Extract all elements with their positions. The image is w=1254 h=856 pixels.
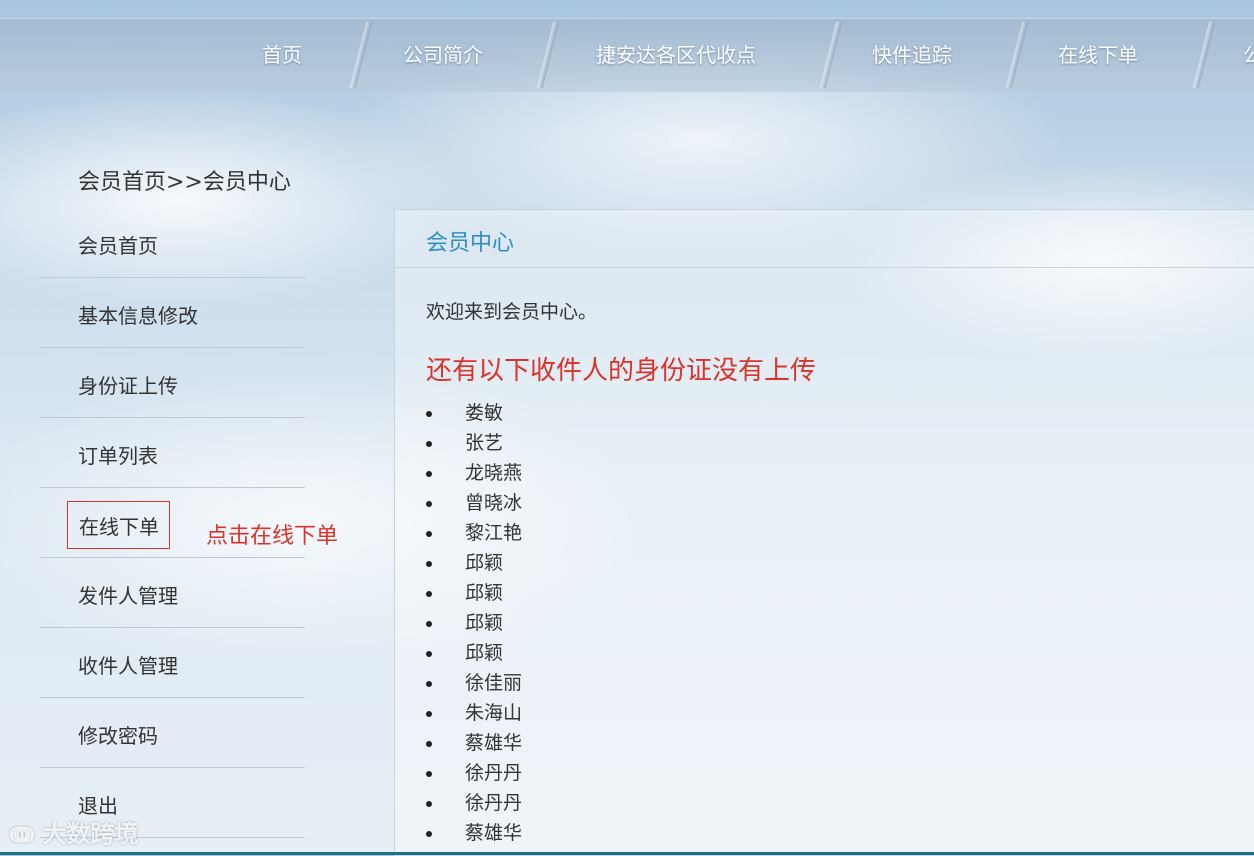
list-item: 邱颖 bbox=[426, 578, 522, 608]
list-item: 蔡雄华 bbox=[426, 728, 522, 758]
panel-header: 会员中心 bbox=[395, 210, 1254, 268]
list-item: 邱颖 bbox=[426, 638, 522, 668]
sidebar-item-label: 订单列表 bbox=[78, 444, 158, 468]
nav-separator bbox=[349, 22, 373, 88]
nav-separator bbox=[1005, 22, 1029, 88]
list-item: 邱颖 bbox=[426, 548, 522, 578]
nav-tracking[interactable]: 快件追踪 bbox=[872, 18, 952, 92]
sidebar-item-edit-info[interactable]: 基本信息修改 bbox=[40, 278, 305, 348]
sidebar-item-label: 基本信息修改 bbox=[78, 304, 198, 328]
sidebar-item-label: 在线下单 bbox=[67, 501, 170, 549]
watermark-logo: ↈ 大数跨境 bbox=[10, 814, 138, 849]
nav-separator bbox=[536, 22, 560, 88]
sidebar-item-label: 修改密码 bbox=[78, 724, 158, 748]
list-item: 徐佳丽 bbox=[426, 668, 522, 698]
nav-online-order[interactable]: 在线下单 bbox=[1058, 18, 1138, 92]
list-item: 曾晓冰 bbox=[426, 488, 522, 518]
sidebar-item-recipient-management[interactable]: 收件人管理 bbox=[40, 628, 305, 698]
watermark-logo-icon: ↈ bbox=[10, 823, 35, 848]
list-item: 龙晓燕 bbox=[426, 458, 522, 488]
sidebar-item-order-list[interactable]: 订单列表 bbox=[40, 418, 305, 488]
recipient-name-list: 娄敏 张艺 龙晓燕 曾晓冰 黎江艳 邱颖 邱颖 邱颖 邱颖 徐佳丽 朱海山 蔡雄… bbox=[426, 398, 522, 848]
breadcrumb: 会员首页>>会员中心 bbox=[78, 170, 291, 195]
sidebar-item-id-upload[interactable]: 身份证上传 bbox=[40, 348, 305, 418]
nav-company-intro[interactable]: 公司简介 bbox=[403, 18, 483, 92]
sidebar-item-sender-management[interactable]: 发件人管理 bbox=[40, 558, 305, 628]
list-item: 蔡雄华 bbox=[426, 818, 522, 848]
watermark-text: 大数跨境 bbox=[42, 820, 139, 848]
sidebar-item-label: 身份证上传 bbox=[78, 374, 178, 398]
list-item: 张艺 bbox=[426, 428, 522, 458]
list-item: 徐丹丹 bbox=[426, 788, 522, 818]
list-item: 娄敏 bbox=[426, 398, 522, 428]
nav-separator bbox=[819, 22, 843, 88]
welcome-message: 欢迎来到会员中心。 bbox=[426, 301, 598, 323]
sidebar-item-change-password[interactable]: 修改密码 bbox=[40, 698, 305, 768]
panel-title: 会员中心 bbox=[426, 231, 515, 256]
nav-collection-points[interactable]: 捷安达各区代收点 bbox=[596, 18, 756, 92]
id-upload-notice: 还有以下收件人的身份证没有上传 bbox=[426, 356, 817, 386]
nav-item-truncated[interactable]: 公 bbox=[1243, 18, 1254, 92]
sidebar-item-label: 发件人管理 bbox=[78, 584, 178, 608]
nav-home[interactable]: 首页 bbox=[262, 18, 302, 92]
top-navigation: 首页 公司简介 捷安达各区代收点 快件追踪 在线下单 公 bbox=[0, 18, 1254, 92]
nav-separator bbox=[1192, 22, 1216, 88]
list-item: 徐丹丹 bbox=[426, 758, 522, 788]
annotation-click-online-order: 点击在线下单 bbox=[206, 524, 339, 549]
list-item: 黎江艳 bbox=[426, 518, 522, 548]
sidebar-item-label: 收件人管理 bbox=[78, 654, 178, 678]
list-item: 朱海山 bbox=[426, 698, 522, 728]
member-center-panel: 会员中心 欢迎来到会员中心。 还有以下收件人的身份证没有上传 娄敏 张艺 龙晓燕… bbox=[394, 209, 1254, 856]
sidebar-item-member-home[interactable]: 会员首页 bbox=[40, 208, 305, 278]
sidebar-item-label: 会员首页 bbox=[78, 234, 158, 258]
list-item: 邱颖 bbox=[426, 608, 522, 638]
